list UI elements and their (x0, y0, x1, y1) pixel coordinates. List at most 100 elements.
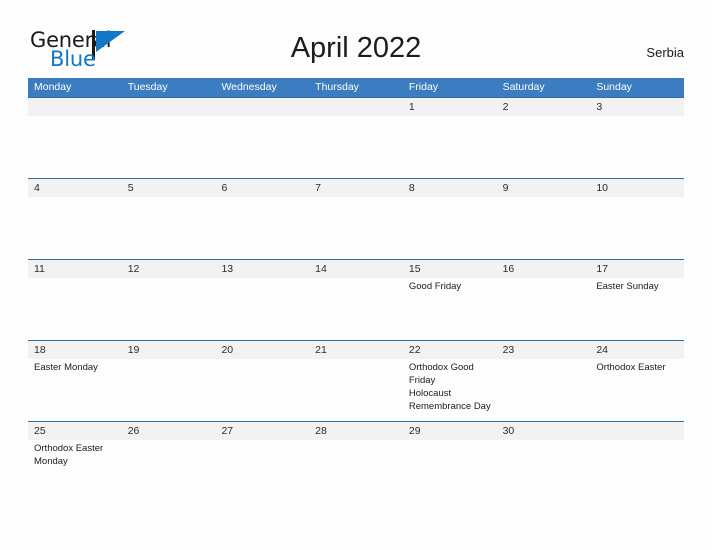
day-cell-empty (309, 98, 403, 178)
weekday-header-saturday: Saturday (502, 81, 545, 93)
weekday-header-sunday: Sunday (596, 81, 632, 93)
day-number: 13 (221, 263, 234, 275)
day-cell-10[interactable]: 10 (590, 179, 685, 259)
day-number: 16 (502, 263, 515, 275)
day-events: Orthodox Easter Monday (34, 440, 119, 468)
day-number: 25 (34, 425, 46, 437)
day-cell-16[interactable]: 16 (496, 260, 591, 340)
day-cell-24[interactable]: 24 Orthodox Easter (590, 341, 685, 421)
day-events: Orthodox Easter (596, 359, 681, 374)
page-header: General Blue April 2022 Serbia (0, 0, 712, 78)
day-number: 23 (502, 344, 515, 356)
day-cell-15[interactable]: 15 Good Friday (402, 260, 497, 340)
day-cell-25[interactable]: 25 Orthodox Easter Monday (28, 422, 122, 502)
day-number: 18 (34, 344, 46, 356)
day-cell-17[interactable]: 17 Easter Sunday (590, 260, 685, 340)
day-number: 9 (502, 182, 509, 194)
day-number: 1 (408, 101, 415, 113)
day-number: 5 (127, 182, 134, 194)
holiday-event: Good Friday (408, 281, 462, 292)
day-cell-empty (215, 98, 310, 178)
day-cell-20[interactable]: 20 (215, 341, 310, 421)
day-number: 4 (34, 182, 40, 194)
day-cell-8[interactable]: 8 (402, 179, 497, 259)
day-cell-5[interactable]: 5 (121, 179, 216, 259)
holiday-event: Orthodox Easter (596, 362, 666, 373)
day-events: Easter Monday (34, 359, 119, 374)
day-cell-empty (590, 422, 685, 502)
day-number: 6 (221, 182, 228, 194)
day-cell-26[interactable]: 26 (121, 422, 216, 502)
day-number (34, 98, 119, 116)
day-number: 14 (315, 263, 327, 275)
day-number: 7 (315, 182, 321, 194)
calendar-page: General Blue April 2022 Serbia Monday Tue… (0, 0, 712, 550)
weekday-header-wednesday: Wednesday (221, 81, 277, 93)
calendar-week-row: 25 Orthodox Easter Monday 26 27 28 29 30 (28, 421, 685, 502)
weekday-header-monday: Monday (34, 81, 72, 93)
calendar-grid: Monday Tuesday Wednesday Thursday Friday Satu… (28, 78, 685, 502)
day-number: 10 (596, 182, 608, 194)
day-number: 3 (596, 101, 603, 113)
day-number: 20 (221, 344, 234, 356)
day-cell-4[interactable]: 4 (28, 179, 122, 259)
day-number: 17 (596, 263, 608, 275)
calendar-week-row: 11 12 13 14 15 Good Friday 16 17 Easter Sunday (28, 259, 685, 340)
day-cell-22[interactable]: 22 Orthodox Good Friday Holocaust Remembr… (402, 341, 497, 421)
calendar-week-row: 18 Easter Monday 19 20 21 22 Orthodox Good Fri… (28, 340, 685, 421)
weekday-header-thursday: Thursday (315, 81, 359, 93)
day-cell-18[interactable]: 18 Easter Monday (28, 341, 122, 421)
day-cell-12[interactable]: 12 (121, 260, 216, 340)
day-cell-3[interactable]: 3 (590, 98, 685, 178)
day-events: Good Friday (409, 278, 494, 293)
day-cell-23[interactable]: 23 (496, 341, 591, 421)
day-events: Orthodox Good Friday Holocaust Remembran… (409, 359, 494, 413)
day-cell-19[interactable]: 19 (121, 341, 216, 421)
day-events: Easter Sunday (596, 278, 681, 293)
day-cell-1[interactable]: 1 (402, 98, 497, 178)
day-number: 24 (596, 344, 608, 356)
weekday-header-row: Monday Tuesday Wednesday Thursday Friday Satu… (28, 78, 684, 97)
day-number (596, 422, 681, 440)
holiday-event: Orthodox Easter Monday (34, 443, 104, 467)
day-number: 26 (127, 425, 140, 437)
day-number (315, 98, 400, 116)
day-cell-13[interactable]: 13 (215, 260, 310, 340)
day-number: 28 (315, 425, 327, 437)
country-label: Serbia (646, 45, 684, 60)
day-cell-empty (121, 98, 216, 178)
holiday-event: Easter Sunday (596, 281, 659, 292)
day-cell-30[interactable]: 30 (496, 422, 591, 502)
day-cell-27[interactable]: 27 (215, 422, 310, 502)
day-cell-empty (28, 98, 122, 178)
weekday-header-tuesday: Tuesday (127, 81, 168, 93)
holiday-event: Holocaust Remembrance Day (408, 388, 491, 412)
day-number (128, 98, 213, 116)
day-cell-6[interactable]: 6 (215, 179, 310, 259)
calendar-week-row: 1 2 3 (28, 97, 685, 178)
day-number (221, 98, 306, 116)
calendar-week-row: 4 5 6 7 8 9 10 (28, 178, 685, 259)
day-number: 21 (315, 344, 327, 356)
day-cell-9[interactable]: 9 (496, 179, 591, 259)
day-number: 15 (408, 263, 421, 275)
holiday-event: Easter Monday (34, 362, 98, 373)
day-cell-11[interactable]: 11 (28, 260, 122, 340)
day-number: 11 (34, 263, 45, 275)
day-number: 19 (127, 344, 140, 356)
day-cell-2[interactable]: 2 (496, 98, 591, 178)
day-cell-29[interactable]: 29 (402, 422, 497, 502)
calendar-weeks: 1 2 3 4 5 6 7 8 9 10 11 12 13 14 15 Good Friday 16 17 East… (28, 97, 685, 502)
day-cell-14[interactable]: 14 (309, 260, 403, 340)
day-number: 12 (127, 263, 140, 275)
day-number: 22 (408, 344, 421, 356)
day-cell-7[interactable]: 7 (309, 179, 403, 259)
day-number: 30 (502, 425, 515, 437)
holiday-event: Orthodox Good Friday (408, 362, 474, 386)
day-number: 27 (221, 425, 234, 437)
day-cell-21[interactable]: 21 (309, 341, 403, 421)
day-number: 2 (502, 101, 509, 113)
weekday-header-friday: Friday (408, 81, 439, 93)
day-cell-28[interactable]: 28 (309, 422, 403, 502)
day-number: 8 (408, 182, 415, 194)
